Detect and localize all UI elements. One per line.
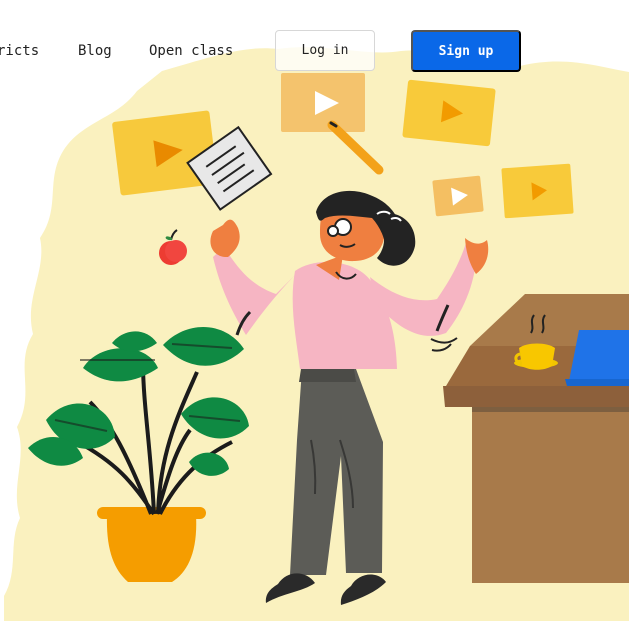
nav-link-blog[interactable]: Blog [78, 43, 112, 59]
video-tile-small-right [501, 163, 574, 219]
landing-hero: ricts Blog Open class Log in Sign up [0, 0, 629, 621]
nav-link-districts[interactable]: ricts [0, 43, 39, 59]
login-button[interactable]: Log in [275, 30, 375, 71]
video-tile-small [432, 175, 484, 217]
top-navigation: ricts Blog Open class Log in Sign up [0, 0, 629, 100]
signup-button[interactable]: Sign up [411, 30, 521, 72]
nav-link-open-class[interactable]: Open class [149, 43, 233, 59]
